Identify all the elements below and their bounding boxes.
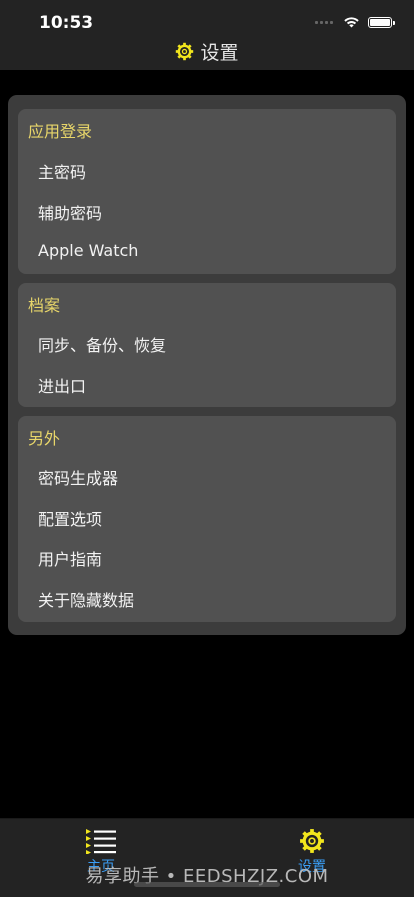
menu-item-user-guide[interactable]: 用户指南 <box>38 546 102 570</box>
status-time: 10:53 <box>39 13 94 33</box>
menu-item-about[interactable]: 关于隐藏数据 <box>38 587 134 611</box>
nav-title: 设置 <box>0 38 414 65</box>
gear-icon <box>300 829 324 853</box>
page-title: 设置 <box>200 42 239 64</box>
status-indicators <box>315 16 395 28</box>
section-title: 另外 <box>28 429 61 448</box>
battery-icon <box>368 16 395 28</box>
menu-item-secondary-password[interactable]: 辅助密码 <box>38 200 102 224</box>
settings-panel: 应用登录 主密码 辅助密码 Apple Watch 档案 同步、备份、恢复 进出… <box>8 95 406 635</box>
wifi-icon <box>344 17 359 28</box>
list-icon <box>86 829 116 854</box>
menu-item-master-password[interactable]: 主密码 <box>38 159 86 183</box>
menu-item-import-export[interactable]: 进出口 <box>38 373 86 397</box>
menu-item-password-generator[interactable]: 密码生成器 <box>38 465 118 489</box>
home-indicator[interactable] <box>134 882 280 887</box>
cellular-signal-icon <box>315 20 333 24</box>
section-title: 档案 <box>28 296 61 315</box>
menu-item-apple-watch[interactable]: Apple Watch <box>38 241 138 260</box>
section-app-login: 应用登录 主密码 辅助密码 Apple Watch <box>18 109 396 274</box>
menu-item-sync-backup-restore[interactable]: 同步、备份、恢复 <box>38 332 166 356</box>
menu-item-options[interactable]: 配置选项 <box>38 506 102 530</box>
section-archive: 档案 同步、备份、恢复 进出口 <box>18 283 396 407</box>
header-bar: 10:53 设置 <box>0 0 414 70</box>
section-other: 另外 密码生成器 配置选项 用户指南 关于隐藏数据 <box>18 416 396 622</box>
gear-icon <box>176 42 194 61</box>
section-title: 应用登录 <box>28 122 93 141</box>
